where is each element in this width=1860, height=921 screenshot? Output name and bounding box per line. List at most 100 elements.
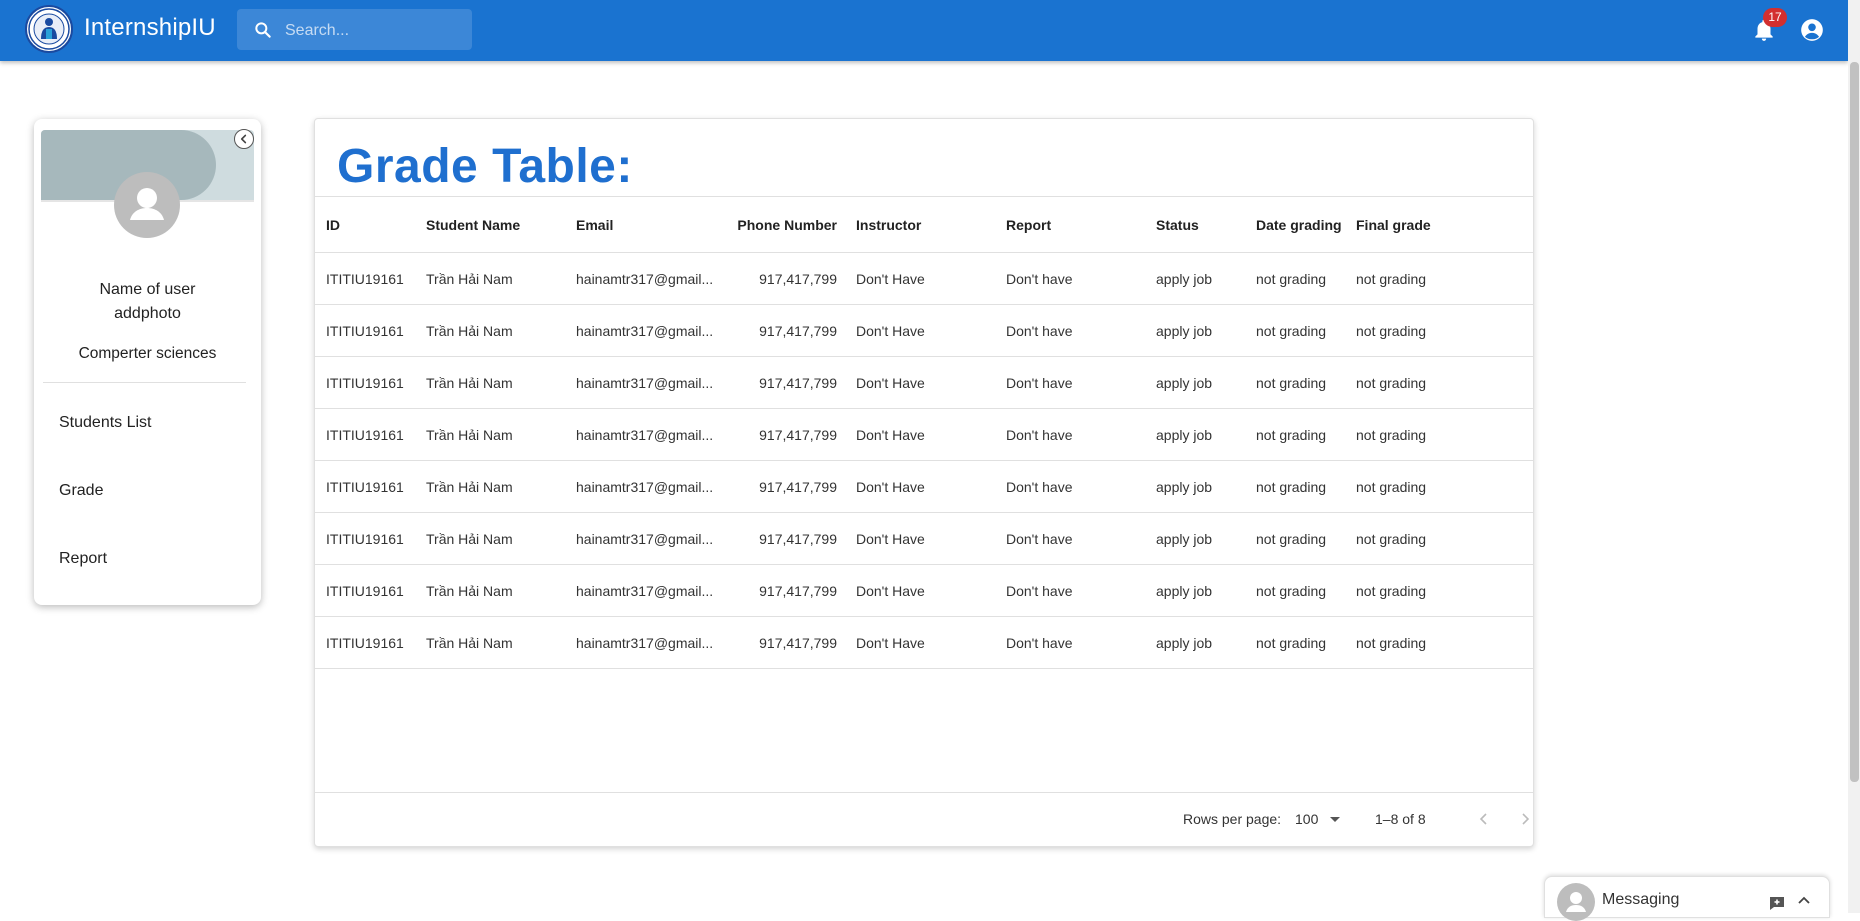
cell-report: Don't have [1006, 426, 1073, 443]
cell-email: hainamtr317@gmail... [576, 270, 714, 287]
column-header-instructor[interactable]: Instructor [856, 197, 996, 252]
previous-page-button[interactable] [1469, 804, 1499, 834]
university-logo[interactable] [25, 5, 73, 53]
column-header-status[interactable]: Status [1156, 197, 1246, 252]
table-row[interactable]: ITITIU19161 Trần Hải Nam hainamtr317@gmail… [315, 305, 1533, 357]
add-photo-link[interactable]: addphoto [34, 305, 261, 323]
table-row[interactable]: ITITIU19161 Trần Hải Nam hainamtr317@gmail… [315, 357, 1533, 409]
profile-sidebar: Name of user addphoto Comperter sciences… [34, 119, 261, 605]
search-bar[interactable] [237, 9, 472, 52]
column-header-email[interactable]: Email [576, 197, 716, 252]
column-header-date-grading[interactable]: Date grading [1256, 197, 1351, 252]
divider [43, 382, 246, 383]
cell-id: ITITIU19161 [326, 374, 404, 391]
cell-student-name: Trần Hải Nam [426, 270, 513, 287]
cell-phone-number: 917,417,799 [759, 478, 837, 495]
cell-date-grading: not grading [1256, 582, 1327, 599]
cell-status: apply job [1156, 426, 1213, 443]
cell-email: hainamtr317@gmail... [576, 634, 714, 651]
cell-report: Don't have [1006, 582, 1073, 599]
person-icon [130, 188, 164, 220]
sidebar-item-grade[interactable]: Grade [59, 482, 103, 500]
chevron-left-icon[interactable] [234, 129, 254, 149]
next-page-button[interactable] [1510, 804, 1540, 834]
cell-email: hainamtr317@gmail... [576, 582, 714, 599]
user-name: Name of user [99, 281, 196, 298]
cell-status: apply job [1156, 634, 1213, 651]
account-circle-icon[interactable] [1799, 17, 1825, 43]
sidebar-item-report[interactable]: Report [59, 550, 107, 568]
column-header-report[interactable]: Report [1006, 197, 1146, 252]
column-header-student-name[interactable]: Student Name [426, 197, 566, 252]
cell-phone-number: 917,417,799 [759, 634, 837, 651]
column-header-final-grade[interactable]: Final grade [1356, 197, 1456, 252]
cell-instructor: Don't Have [856, 530, 925, 547]
page-title: Grade Table: [337, 140, 633, 193]
cell-id: ITITIU19161 [326, 270, 404, 287]
cell-id: ITITIU19161 [326, 478, 404, 495]
cell-phone-number: 917,417,799 [759, 270, 837, 287]
rows-per-page-value: 100 [1295, 811, 1319, 827]
column-header-phone-number[interactable]: Phone Number [715, 197, 837, 252]
messaging-widget[interactable]: Messaging [1544, 876, 1830, 921]
cell-instructor: Don't Have [856, 270, 925, 287]
app-bar: InternshipIU 17 [0, 0, 1848, 61]
rows-per-page-select[interactable]: 100 [1295, 808, 1345, 830]
cell-id: ITITIU19161 [326, 582, 404, 599]
cell-status: apply job [1156, 478, 1213, 495]
cell-instructor: Don't Have [856, 478, 925, 495]
table-row[interactable]: ITITIU19161 Trần Hải Nam hainamtr317@gmail… [315, 617, 1533, 669]
cell-phone-number: 917,417,799 [759, 426, 837, 443]
grade-table-card: Grade Table: ID Student Name Email Phone… [314, 118, 1534, 847]
cell-id: ITITIU19161 [326, 634, 404, 651]
cell-final-grade: not grading [1356, 582, 1427, 599]
new-message-icon[interactable] [1768, 894, 1786, 912]
cell-status: apply job [1156, 582, 1213, 599]
cell-instructor: Don't Have [856, 582, 925, 599]
cell-student-name: Trần Hải Nam [426, 634, 513, 651]
cell-student-name: Trần Hải Nam [426, 530, 513, 547]
cell-date-grading: not grading [1256, 374, 1327, 391]
chevron-left-icon [1479, 813, 1487, 825]
cell-phone-number: 917,417,799 [759, 374, 837, 391]
table-header-row: ID Student Name Email Phone Number Instr… [315, 197, 1533, 253]
cell-report: Don't have [1006, 270, 1073, 287]
cell-report: Don't have [1006, 374, 1073, 391]
cell-status: apply job [1156, 322, 1213, 339]
app-title[interactable]: InternshipIU [84, 14, 216, 42]
cell-report: Don't have [1006, 322, 1073, 339]
cell-id: ITITIU19161 [326, 426, 404, 443]
avatar[interactable] [114, 172, 180, 238]
cell-student-name: Trần Hải Nam [426, 582, 513, 599]
sidebar-item-students-list[interactable]: Students List [59, 414, 152, 432]
cell-final-grade: not grading [1356, 270, 1427, 287]
cell-phone-number: 917,417,799 [759, 582, 837, 599]
cell-status: apply job [1156, 374, 1213, 391]
table-row[interactable]: ITITIU19161 Trần Hải Nam hainamtr317@gmail… [315, 409, 1533, 461]
messaging-label: Messaging [1602, 891, 1680, 908]
column-header-id[interactable]: ID [326, 197, 416, 252]
page-scrollbar-thumb[interactable] [1850, 62, 1859, 782]
cell-status: apply job [1156, 270, 1213, 287]
cell-date-grading: not grading [1256, 530, 1327, 547]
cell-report: Don't have [1006, 634, 1073, 651]
chevron-up-icon[interactable] [1796, 893, 1812, 909]
cell-phone-number: 917,417,799 [759, 530, 837, 547]
cell-report: Don't have [1006, 478, 1073, 495]
table-row[interactable]: ITITIU19161 Trần Hải Nam hainamtr317@gmail… [315, 461, 1533, 513]
chevron-right-icon [1522, 813, 1530, 825]
divider [315, 792, 1533, 793]
cell-student-name: Trần Hải Nam [426, 374, 513, 391]
cell-date-grading: not grading [1256, 478, 1327, 495]
search-input[interactable] [283, 9, 467, 52]
caret-down-icon [1330, 816, 1341, 822]
cell-id: ITITIU19161 [326, 322, 404, 339]
pagination-info: 1–8 of 8 [1375, 811, 1426, 827]
cell-report: Don't have [1006, 530, 1073, 547]
cell-email: hainamtr317@gmail... [576, 478, 714, 495]
cell-final-grade: not grading [1356, 634, 1427, 651]
table-row[interactable]: ITITIU19161 Trần Hải Nam hainamtr317@gmail… [315, 513, 1533, 565]
table-row[interactable]: ITITIU19161 Trần Hải Nam hainamtr317@gmail… [315, 253, 1533, 305]
cell-id: ITITIU19161 [326, 530, 404, 547]
table-row[interactable]: ITITIU19161 Trần Hải Nam hainamtr317@gmail… [315, 565, 1533, 617]
